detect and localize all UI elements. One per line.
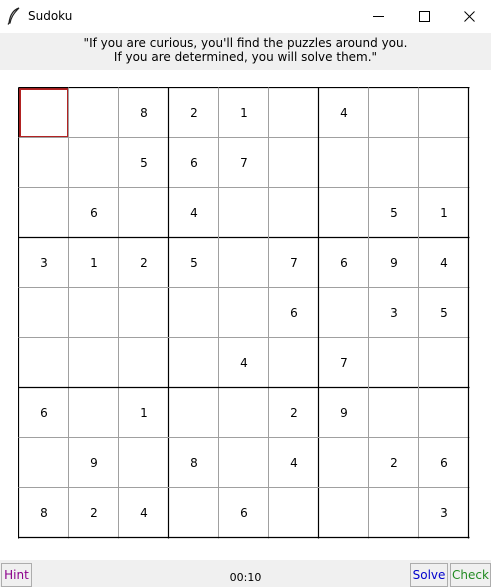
sudoku-cell-r3-c9[interactable]: 1 [419,188,469,238]
sudoku-cell-r1-c7[interactable]: 4 [319,88,369,138]
sudoku-cell-r1-c3[interactable]: 8 [119,88,169,138]
quote-line-2: If you are determined, you will solve th… [113,49,378,64]
sudoku-cell-r6-c4[interactable] [169,338,219,388]
sudoku-cell-r9-c9[interactable]: 3 [419,488,469,538]
sudoku-cell-r3-c2[interactable]: 6 [69,188,119,238]
sudoku-cell-r4-c7[interactable]: 6 [319,238,369,288]
sudoku-cell-r6-c5[interactable]: 4 [219,338,269,388]
sudoku-cell-r8-c4[interactable]: 8 [169,438,219,488]
sudoku-cell-r2-c7[interactable] [319,138,369,188]
sudoku-cell-r2-c8[interactable] [369,138,419,188]
minimize-icon [372,16,384,17]
sudoku-cell-r4-c6[interactable]: 7 [269,238,319,288]
sudoku-board: 82145676451312576946354761299842682463 [18,87,470,539]
sudoku-cell-r4-c5[interactable] [219,238,269,288]
sudoku-cell-r6-c8[interactable] [369,338,419,388]
sudoku-cell-r3-c6[interactable] [269,188,319,238]
sudoku-cell-r9-c1[interactable]: 8 [19,488,69,538]
sudoku-cell-r2-c1[interactable] [19,138,69,188]
sudoku-cell-r3-c5[interactable] [219,188,269,238]
sudoku-cell-r7-c1[interactable]: 6 [19,388,69,438]
sudoku-cell-r1-c5[interactable]: 1 [219,88,269,138]
sudoku-cell-r1-c4[interactable]: 2 [169,88,219,138]
close-icon [463,11,475,22]
maximize-button[interactable] [401,0,447,33]
sudoku-cell-r8-c8[interactable]: 2 [369,438,419,488]
sudoku-cell-r4-c9[interactable]: 4 [419,238,469,288]
sudoku-cell-r9-c2[interactable]: 2 [69,488,119,538]
sudoku-cell-r2-c2[interactable] [69,138,119,188]
sudoku-cell-r6-c1[interactable] [19,338,69,388]
sudoku-cell-r4-c8[interactable]: 9 [369,238,419,288]
quote-banner: "If you are curious, you'll find the puz… [0,33,491,70]
sudoku-cell-r5-c4[interactable] [169,288,219,338]
sudoku-cell-r3-c3[interactable] [119,188,169,238]
sudoku-cell-r5-c8[interactable]: 3 [369,288,419,338]
sudoku-cell-r9-c4[interactable] [169,488,219,538]
sudoku-cell-r8-c5[interactable] [219,438,269,488]
sudoku-cell-r5-c5[interactable] [219,288,269,338]
solve-button[interactable]: Solve [410,563,448,587]
check-button[interactable]: Check [450,563,491,587]
sudoku-cell-r7-c2[interactable] [69,388,119,438]
sudoku-cell-r7-c6[interactable]: 2 [269,388,319,438]
sudoku-cell-r4-c4[interactable]: 5 [169,238,219,288]
sudoku-cell-r9-c8[interactable] [369,488,419,538]
sudoku-cell-r8-c1[interactable] [19,438,69,488]
sudoku-cell-r7-c4[interactable] [169,388,219,438]
sudoku-cell-r2-c6[interactable] [269,138,319,188]
sudoku-cell-r1-c1[interactable] [19,88,69,138]
sudoku-cell-r3-c1[interactable] [19,188,69,238]
sudoku-cell-r6-c6[interactable] [269,338,319,388]
sudoku-cell-r2-c4[interactable]: 6 [169,138,219,188]
sudoku-cell-r8-c3[interactable] [119,438,169,488]
sudoku-cell-r6-c7[interactable]: 7 [319,338,369,388]
sudoku-cell-r5-c2[interactable] [69,288,119,338]
sudoku-cell-r5-c6[interactable]: 6 [269,288,319,338]
sudoku-cell-r1-c9[interactable] [419,88,469,138]
sudoku-cell-r8-c9[interactable]: 6 [419,438,469,488]
sudoku-cell-r7-c9[interactable] [419,388,469,438]
sudoku-cell-r7-c8[interactable] [369,388,419,438]
sudoku-cell-r3-c8[interactable]: 5 [369,188,419,238]
sudoku-cell-r9-c6[interactable] [269,488,319,538]
sudoku-cell-r5-c7[interactable] [319,288,369,338]
sudoku-cell-r8-c2[interactable]: 9 [69,438,119,488]
sudoku-cell-r6-c9[interactable] [419,338,469,388]
sudoku-cell-r8-c6[interactable]: 4 [269,438,319,488]
quote-line-1: "If you are curious, you'll find the puz… [83,36,408,50]
sudoku-cell-r2-c3[interactable]: 5 [119,138,169,188]
sudoku-cell-r6-c3[interactable] [119,338,169,388]
sudoku-cell-r6-c2[interactable] [69,338,119,388]
sudoku-cell-r9-c5[interactable]: 6 [219,488,269,538]
sudoku-cell-r9-c7[interactable] [319,488,369,538]
sudoku-cell-r5-c9[interactable]: 5 [419,288,469,338]
sudoku-cell-r7-c7[interactable]: 9 [319,388,369,438]
sudoku-cell-r5-c1[interactable] [19,288,69,338]
minimize-button[interactable] [355,0,401,33]
close-button[interactable] [446,0,491,33]
sudoku-cell-r4-c2[interactable]: 1 [69,238,119,288]
sudoku-cell-r8-c7[interactable] [319,438,369,488]
sudoku-cell-r1-c6[interactable] [269,88,319,138]
window-title: Sudoku [28,9,73,23]
sudoku-cell-r2-c5[interactable]: 7 [219,138,269,188]
sudoku-cell-r7-c3[interactable]: 1 [119,388,169,438]
maximize-icon [418,11,430,22]
sudoku-cell-r3-c4[interactable]: 4 [169,188,219,238]
sudoku-cell-r2-c9[interactable] [419,138,469,188]
sudoku-cell-r1-c8[interactable] [369,88,419,138]
sudoku-cell-r3-c7[interactable] [319,188,369,238]
sudoku-cell-r7-c5[interactable] [219,388,269,438]
sudoku-cell-r4-c3[interactable]: 2 [119,238,169,288]
sudoku-cell-r4-c1[interactable]: 3 [19,238,69,288]
title-bar: Sudoku [0,0,491,33]
sudoku-cell-r9-c3[interactable]: 4 [119,488,169,538]
sudoku-cell-r5-c3[interactable] [119,288,169,338]
feather-icon [7,7,20,25]
sudoku-cell-r1-c2[interactable] [69,88,119,138]
